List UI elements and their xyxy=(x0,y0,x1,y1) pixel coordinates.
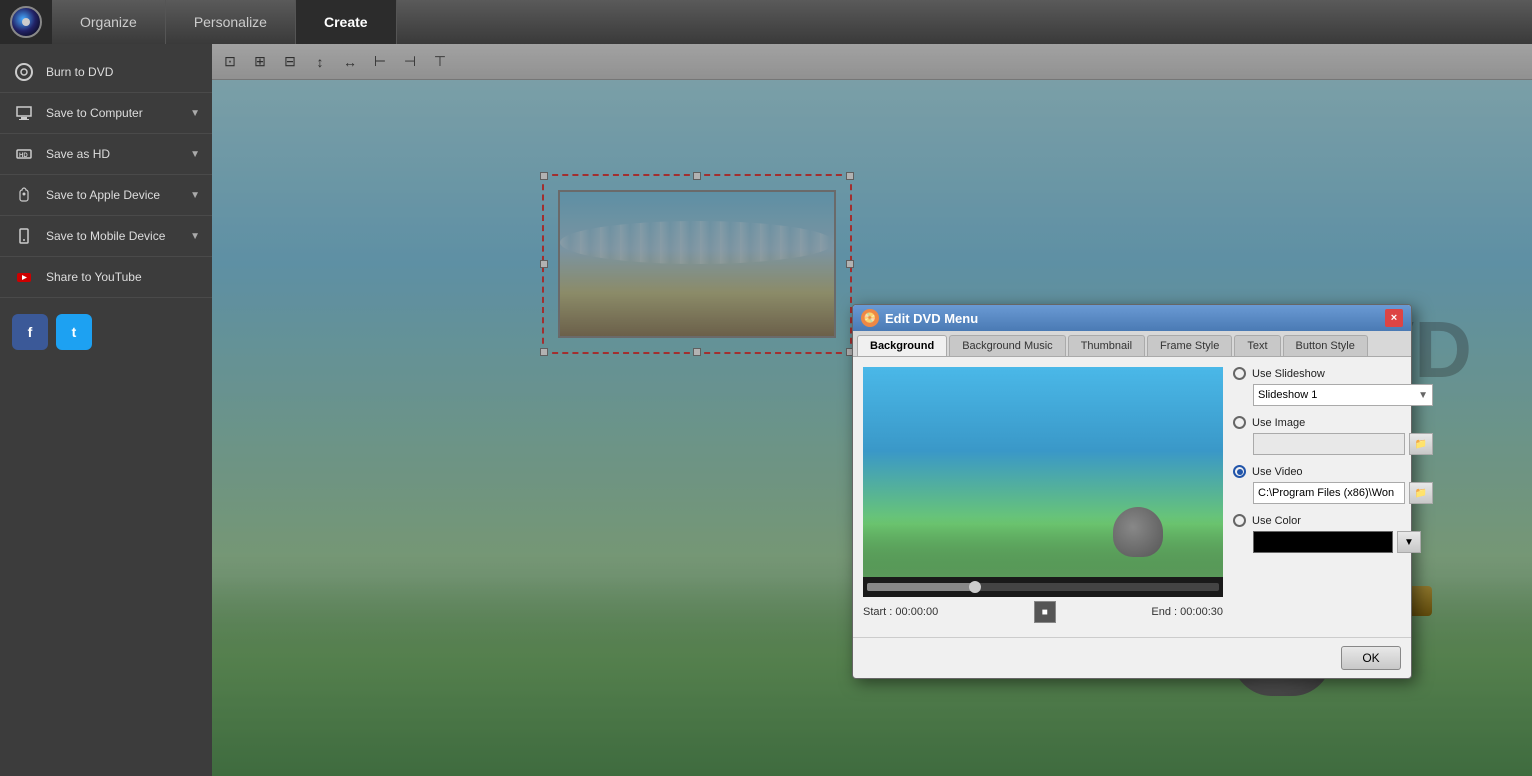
use-color-row: Use Color xyxy=(1233,514,1433,527)
sidebar-item-save-hd[interactable]: HD Save as HD ▼ xyxy=(0,134,212,175)
youtube-icon xyxy=(12,265,36,289)
tab-thumbnail[interactable]: Thumbnail xyxy=(1068,335,1145,356)
save-apple-arrow: ▼ xyxy=(190,190,200,201)
use-video-label: Use Video xyxy=(1252,466,1303,478)
top-nav: Organize Personalize Create xyxy=(0,0,1532,44)
svg-text:HD: HD xyxy=(19,153,28,159)
modal-titlebar: 📀 Edit DVD Menu × xyxy=(853,305,1411,331)
preview-flowers xyxy=(863,517,1223,577)
video-path-input[interactable] xyxy=(1253,482,1405,504)
use-image-label: Use Image xyxy=(1252,417,1305,429)
mobile-icon xyxy=(12,224,36,248)
twitter-button[interactable]: t xyxy=(56,314,92,350)
disc-icon xyxy=(12,60,36,84)
use-color-label: Use Color xyxy=(1252,515,1301,527)
video-input-row: 📁 xyxy=(1233,482,1433,504)
image-input-row: 📁 xyxy=(1233,433,1433,455)
color-input-row: ▼ xyxy=(1233,531,1433,553)
sidebar-item-save-mobile[interactable]: Save to Mobile Device ▼ xyxy=(0,216,212,257)
hd-icon: HD xyxy=(12,142,36,166)
color-swatch[interactable] xyxy=(1253,531,1393,553)
tab-background[interactable]: Background xyxy=(857,335,947,356)
image-path-input[interactable] xyxy=(1253,433,1405,455)
dropdown-arrow: ▼ xyxy=(1418,390,1428,401)
sidebar-item-burn-dvd[interactable]: Burn to DVD xyxy=(0,52,212,93)
apple-icon xyxy=(12,183,36,207)
canvas-area: ⊡ ⊞ ⊟ ↕ ↔ ⊢ ⊣ ⊤ to DVD xyxy=(212,44,1532,776)
app-logo xyxy=(0,0,52,44)
tab-personalize[interactable]: Personalize xyxy=(166,0,296,44)
preview-controls xyxy=(863,577,1223,597)
tab-frame-style[interactable]: Frame Style xyxy=(1147,335,1232,356)
use-video-radio[interactable] xyxy=(1233,465,1246,478)
modal-body: Start : 00:00:00 End : 00:00:30 xyxy=(853,357,1411,637)
use-slideshow-row: Use Slideshow xyxy=(1233,367,1433,380)
facebook-button[interactable]: f xyxy=(12,314,48,350)
use-color-radio[interactable] xyxy=(1233,514,1246,527)
preview-end-label: End : 00:00:30 xyxy=(1151,606,1223,618)
social-icons: f t xyxy=(0,302,212,362)
tab-background-music[interactable]: Background Music xyxy=(949,335,1066,356)
color-picker-button[interactable]: ▼ xyxy=(1397,531,1421,553)
sidebar-item-share-youtube[interactable]: Share to YouTube xyxy=(0,257,212,298)
options-panel: Use Slideshow Slideshow 1 ▼ xyxy=(1233,367,1433,627)
sidebar-item-save-computer[interactable]: Save to Computer ▼ xyxy=(0,93,212,134)
modal-title-icon: 📀 xyxy=(861,309,879,327)
video-preview: Start : 00:00:00 End : 00:00:30 xyxy=(863,367,1223,627)
sidebar: Burn to DVD Save to Computer ▼ HD Save a… xyxy=(0,44,212,776)
preview-rock xyxy=(1113,507,1163,557)
slideshow-dropdown-row: Slideshow 1 ▼ xyxy=(1233,384,1433,406)
ok-button[interactable]: OK xyxy=(1341,646,1401,670)
edit-dvd-menu-dialog: 📀 Edit DVD Menu × Background Background … xyxy=(852,304,1412,679)
modal-tabs: Background Background Music Thumbnail Fr… xyxy=(853,331,1411,357)
tab-organize[interactable]: Organize xyxy=(52,0,166,44)
modal-close-button[interactable]: × xyxy=(1385,309,1403,327)
computer-icon xyxy=(12,101,36,125)
modal-title: Edit DVD Menu xyxy=(885,311,1385,326)
tab-text[interactable]: Text xyxy=(1234,335,1280,356)
preview-progress-fill xyxy=(867,583,973,591)
preview-progress-bar[interactable] xyxy=(867,583,1219,591)
use-video-row: Use Video xyxy=(1233,465,1433,478)
use-image-row: Use Image xyxy=(1233,416,1433,429)
use-slideshow-radio[interactable] xyxy=(1233,367,1246,380)
save-hd-arrow: ▼ xyxy=(190,149,200,160)
preview-time-row: Start : 00:00:00 End : 00:00:30 xyxy=(863,597,1223,627)
preview-stop-button[interactable] xyxy=(1034,601,1056,623)
modal-footer: OK xyxy=(853,637,1411,678)
disc-icon xyxy=(10,6,42,38)
video-browse-button[interactable]: 📁 xyxy=(1409,482,1433,504)
tab-create[interactable]: Create xyxy=(296,0,397,44)
save-computer-arrow: ▼ xyxy=(190,108,200,119)
preview-progress-thumb xyxy=(969,581,981,593)
preview-start-label: Start : 00:00:00 xyxy=(863,606,938,618)
sidebar-item-save-apple[interactable]: Save to Apple Device ▼ xyxy=(0,175,212,216)
tab-button-style[interactable]: Button Style xyxy=(1283,335,1368,356)
image-browse-button[interactable]: 📁 xyxy=(1409,433,1433,455)
preview-screen xyxy=(863,367,1223,577)
slideshow-dropdown[interactable]: Slideshow 1 ▼ xyxy=(1253,384,1433,406)
use-image-radio[interactable] xyxy=(1233,416,1246,429)
save-mobile-arrow: ▼ xyxy=(190,231,200,242)
use-slideshow-label: Use Slideshow xyxy=(1252,368,1325,380)
main-layout: Burn to DVD Save to Computer ▼ HD Save a… xyxy=(0,44,1532,776)
